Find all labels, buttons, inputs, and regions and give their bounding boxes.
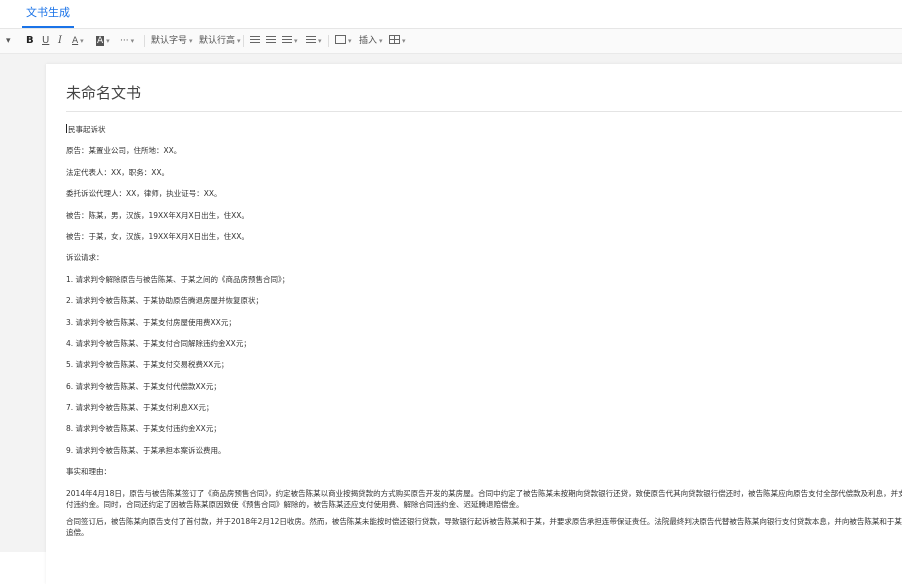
text-cursor — [66, 124, 67, 133]
doc-line: 法定代表人：XX，职务：XX。 — [66, 167, 170, 177]
align-button[interactable]: ▾ — [282, 34, 298, 48]
doc-line: 9. 请求判令被告陈某、于某承担本案诉讼费用。 — [66, 445, 226, 455]
underline-button[interactable]: U — [42, 34, 49, 48]
toolbar-collapse-icon[interactable]: ▾ — [6, 34, 11, 48]
doc-paragraph: 2014年4月18日，原告与被告陈某签订了《商品房预售合同》，约定被告陈某以商业… — [66, 488, 902, 509]
title-divider — [66, 111, 902, 112]
align-icon — [282, 36, 292, 44]
insert-menu[interactable]: 插入 ▾ — [359, 34, 383, 48]
tab-bar: 文书生成 — [0, 0, 902, 29]
highlight-icon: A — [96, 36, 105, 46]
doc-line: 事实和理由： — [66, 467, 111, 477]
indent-button[interactable]: ▾ — [306, 34, 322, 48]
doc-line: 1. 请求判令解除原告与被告陈某、于某之间的《商品房预售合同》； — [66, 274, 290, 284]
table-icon — [389, 35, 400, 44]
font-color-button[interactable]: A ▾ — [72, 34, 84, 48]
image-icon — [335, 35, 346, 44]
indent-icon — [306, 36, 316, 44]
doc-line: 被告：于某，女，汉族，19XX年X月X日出生，住XX。 — [66, 231, 249, 241]
doc-line: 3. 请求判令被告陈某、于某支付房屋使用费XX元； — [66, 317, 236, 327]
line-height-select[interactable]: 默认行高 ▾ — [199, 34, 241, 48]
editor-canvas: 未命名文书 民事起诉状 原告：某置业公司，住所地：XX。 法定代表人：XX，职务… — [0, 54, 902, 584]
doc-line: 8. 请求判令被告陈某、于某支付违约金XX元； — [66, 424, 221, 434]
doc-line: 委托诉讼代理人：XX，律师，执业证号：XX。 — [66, 189, 222, 199]
more-format-button[interactable]: ··· ▾ — [120, 34, 134, 48]
doc-paragraph: 合同签订后，被告陈某向原告支付了首付款，并于2018年2月12日收房。然而，被告… — [66, 516, 902, 537]
toolbar-divider — [144, 35, 145, 47]
doc-line: 原告：某置业公司，住所地：XX。 — [66, 146, 182, 156]
document-title[interactable]: 未命名文书 — [66, 82, 141, 103]
unordered-list-icon — [266, 36, 276, 44]
document-body[interactable]: 民事起诉状 原告：某置业公司，住所地：XX。 法定代表人：XX，职务：XX。 委… — [66, 124, 902, 544]
font-size-select[interactable]: 默认字号 ▾ — [151, 34, 193, 48]
toolbar-divider — [328, 35, 329, 47]
tab-document-generation[interactable]: 文书生成 — [22, 0, 74, 28]
unordered-list-button[interactable] — [266, 34, 276, 48]
doc-line: 民事起诉状 — [66, 124, 106, 134]
doc-line: 被告：陈某，男，汉族，19XX年X月X日出生，住XX。 — [66, 210, 249, 220]
toolbar-divider — [243, 35, 244, 47]
doc-line: 7. 请求判令被告陈某、于某支付利息XX元； — [66, 403, 214, 413]
ordered-list-button[interactable] — [250, 34, 260, 48]
highlight-button[interactable]: A ▾ — [96, 34, 110, 48]
insert-image-button[interactable]: ▾ — [335, 34, 352, 48]
editor-toolbar: ▾ B U I A ▾ A ▾ ··· ▾ 默认字号 ▾ 默认行高 ▾ ▾ ▾ ▾ 插入 ▾… — [0, 29, 902, 54]
font-color-icon: A — [72, 36, 79, 46]
doc-line: 6. 请求判令被告陈某、于某支付代偿款XX元； — [66, 381, 221, 391]
insert-table-button[interactable]: ▾ — [389, 34, 406, 48]
italic-button[interactable]: I — [58, 34, 62, 48]
document-page[interactable]: 未命名文书 民事起诉状 原告：某置业公司，住所地：XX。 法定代表人：XX，职务… — [46, 64, 902, 584]
doc-line: 5. 请求判令被告陈某、于某支付交易税费XX元； — [66, 360, 229, 370]
doc-line: 4. 请求判令被告陈某、于某支付合同解除违约金XX元； — [66, 338, 251, 348]
doc-line: 诉讼请求： — [66, 253, 104, 263]
doc-line: 2. 请求判令被告陈某、于某协助原告腾退房屋并恢复原状； — [66, 296, 264, 306]
ordered-list-icon — [250, 36, 260, 44]
bold-button[interactable]: B — [26, 34, 34, 48]
